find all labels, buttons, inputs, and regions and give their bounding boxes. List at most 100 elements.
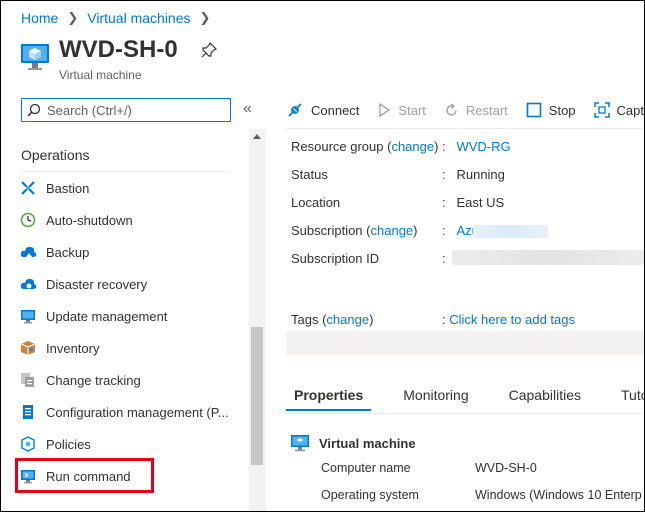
tags-label: Tags (change) <box>291 312 374 327</box>
divider <box>21 171 229 172</box>
chevron-right-icon: ❯ <box>67 10 79 25</box>
location-text: East US <box>456 195 505 210</box>
start-label: Start <box>398 102 426 118</box>
sidebar-item-bastion[interactable]: Bastion <box>19 176 89 200</box>
search-placeholder: Search (Ctrl+/) <box>47 102 132 118</box>
sidebar-item-change-tracking[interactable]: Change tracking <box>19 368 141 392</box>
scroll-up-arrow-icon[interactable] <box>253 134 261 139</box>
status-value: : Running <box>442 167 505 182</box>
breadcrumb: Home ❯ Virtual machines ❯ <box>21 10 219 26</box>
sidebar-item-label: Bastion <box>46 180 90 196</box>
status-label: Status <box>291 167 328 182</box>
colon: : <box>442 139 446 154</box>
virtual-machine-icon <box>291 435 309 452</box>
sidebar-item-label: Auto-shutdown <box>46 212 133 228</box>
redacted-subscription-id <box>452 250 644 265</box>
capture-label: Capt <box>616 102 645 118</box>
command-bar: Connect Start Restart Stop Capt <box>286 97 645 123</box>
sidebar-item-configuration-management[interactable]: Configuration management (P... <box>19 400 229 424</box>
sidebar-item-disaster-recovery[interactable]: Disaster recovery <box>19 272 147 296</box>
page-subtitle: Virtual machine <box>59 68 142 82</box>
sidebar-item-update-management[interactable]: Update management <box>19 304 167 328</box>
sidebar-item-label: Disaster recovery <box>46 276 148 292</box>
start-button[interactable]: Start <box>377 102 426 118</box>
stop-label: Stop <box>548 102 576 118</box>
breadcrumb-home[interactable]: Home <box>21 10 58 26</box>
operating-system-label: Operating system <box>321 488 419 502</box>
sidebar-section-operations: Operations <box>21 147 90 163</box>
bastion-icon <box>19 179 37 197</box>
sidebar-item-label: Change tracking <box>46 372 141 388</box>
properties-heading-text: Virtual machine <box>319 435 416 451</box>
sidebar-item-backup[interactable]: Backup <box>19 240 89 264</box>
label-text: Subscription <box>291 223 363 238</box>
search-icon <box>27 103 41 117</box>
tab-bar: Properties Monitoring Capabilities Tutor… <box>286 385 644 411</box>
monitor-update-icon <box>19 307 37 325</box>
connect-button[interactable]: Connect <box>286 101 359 119</box>
box-icon <box>19 339 37 357</box>
tab-monitoring[interactable]: Monitoring <box>395 385 476 411</box>
stop-button[interactable]: Stop <box>526 102 576 118</box>
sidebar-item-label: Policies <box>46 436 91 452</box>
sidebar-item-label: Inventory <box>46 340 100 356</box>
restart-label: Restart <box>465 102 508 118</box>
label-text: Tags <box>291 312 319 327</box>
colon: : <box>442 312 446 327</box>
stop-icon <box>526 102 542 118</box>
location-label: Location <box>291 195 341 210</box>
sidebar-item-policies[interactable]: Policies <box>19 432 91 456</box>
tab-properties[interactable]: Properties <box>286 385 372 411</box>
status-text: Running <box>456 167 505 182</box>
restart-icon <box>446 102 457 116</box>
capture-icon <box>593 102 610 118</box>
sidebar-item-label: Backup <box>46 244 90 260</box>
search-input[interactable]: Search (Ctrl+/) <box>21 98 231 122</box>
change-tags-link[interactable]: change <box>326 312 369 327</box>
chevron-right-icon: ❯ <box>199 10 211 25</box>
breadcrumb-virtual-machines[interactable]: Virtual machines <box>87 10 190 26</box>
sidebar-item-auto-shutdown[interactable]: Auto-shutdown <box>19 208 133 232</box>
page-title: WVD-SH-0 <box>59 36 178 63</box>
tab-tutorials[interactable]: Tutorials <box>613 385 644 411</box>
sidebar-item-label: Configuration management (P... <box>46 404 229 420</box>
divider <box>286 413 644 414</box>
essentials-collapse-bar[interactable] <box>286 331 644 355</box>
cloud-backup-icon <box>19 243 37 261</box>
subscription-label: Subscription (change) <box>291 223 418 238</box>
virtual-machine-icon <box>21 44 49 70</box>
sidebar-item-inventory[interactable]: Inventory <box>19 336 99 360</box>
tab-capabilities[interactable]: Capabilities <box>501 385 589 411</box>
restart-button[interactable]: Restart <box>444 103 508 118</box>
change-tracking-icon <box>19 371 37 389</box>
resource-group-label: Resource group (change) <box>291 139 439 154</box>
redacted-subscription <box>473 225 548 238</box>
computer-name-label: Computer name <box>321 461 411 475</box>
resource-group-value: : WVD-RG <box>442 139 511 154</box>
change-subscription-link[interactable]: change <box>371 223 414 238</box>
colon: : <box>442 167 446 182</box>
resource-group-link[interactable]: WVD-RG <box>456 139 510 154</box>
add-tags-link[interactable]: Click here to add tags <box>449 312 575 327</box>
connect-label: Connect <box>311 102 360 118</box>
change-resource-group-link[interactable]: change <box>391 139 434 154</box>
sidebar-scrollbar[interactable] <box>249 129 266 511</box>
colon: : <box>442 195 446 210</box>
policies-icon <box>19 435 37 453</box>
clock-icon <box>19 211 37 229</box>
divider <box>286 128 644 129</box>
properties-heading: Virtual machine <box>290 434 416 452</box>
scrollbar-thumb[interactable] <box>251 327 263 465</box>
location-value: : East US <box>442 195 504 210</box>
capture-button[interactable]: Capt <box>593 102 645 118</box>
colon: : <box>442 223 446 238</box>
play-icon <box>379 103 391 117</box>
operating-system-value: Windows (Windows 10 Enterp <box>475 488 642 502</box>
cloud-recovery-icon <box>19 275 37 293</box>
colon: : <box>442 251 446 266</box>
collapse-sidebar-button[interactable]: « <box>243 100 252 118</box>
connect-plug-icon <box>288 103 302 117</box>
pin-icon[interactable] <box>201 42 217 58</box>
tags-value: : Click here to add tags <box>442 312 575 327</box>
subscription-id-value: : <box>442 251 446 266</box>
